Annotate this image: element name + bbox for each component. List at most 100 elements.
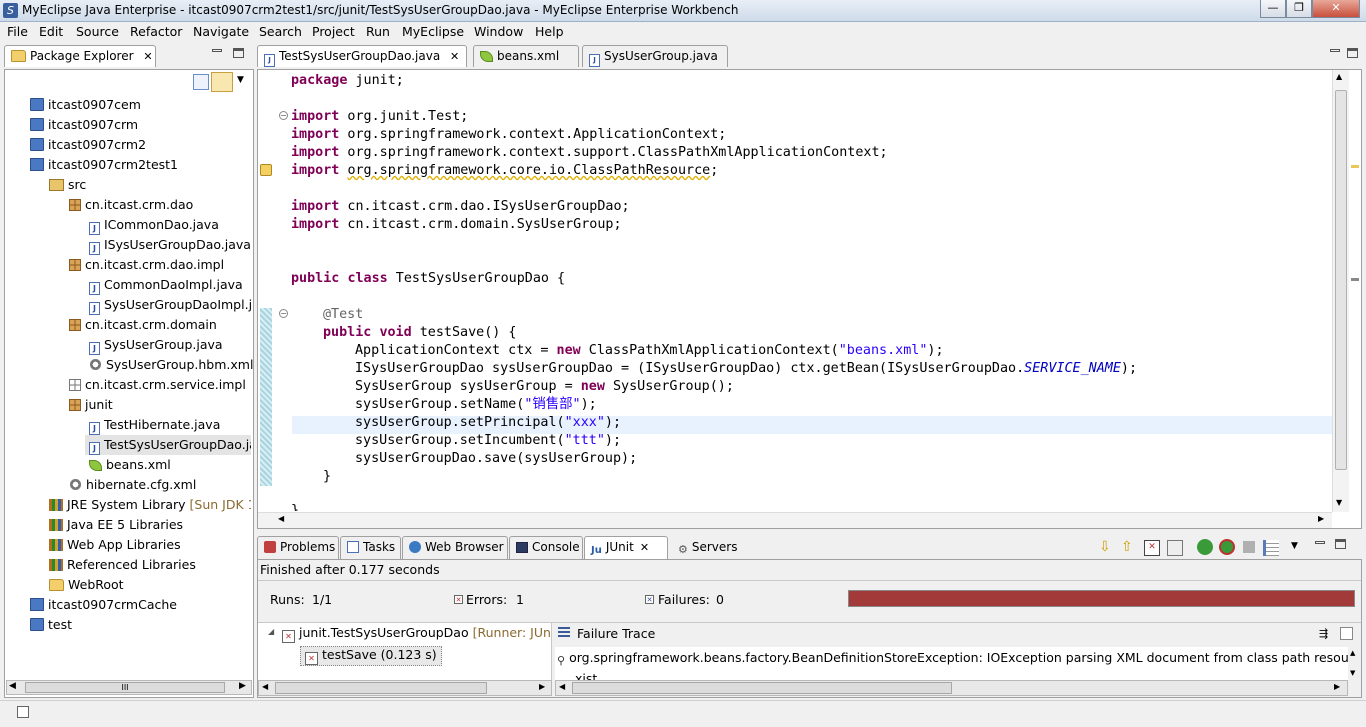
tree-item[interactable]: junit: [69, 395, 113, 415]
tab-tasks[interactable]: Tasks: [340, 536, 401, 559]
explorer-horizontal-scrollbar[interactable]: ◀ III ▶: [6, 680, 252, 695]
tab-beans-xml[interactable]: beans.xml: [473, 45, 579, 67]
tree-item[interactable]: itcast0907crm2: [30, 135, 146, 155]
menu-run[interactable]: Run: [366, 24, 390, 39]
test-run-history-icon[interactable]: [1263, 540, 1279, 556]
tree-item[interactable]: src: [49, 175, 86, 195]
menu-window[interactable]: Window: [474, 24, 523, 39]
tree-item[interactable]: itcast0907crm: [30, 115, 138, 135]
scroll-right-arrow-icon[interactable]: ▶: [1334, 682, 1340, 691]
test-suite-row[interactable]: ✕ junit.TestSysUserGroupDao [Runner: JUni…: [282, 625, 550, 643]
tab-package-explorer[interactable]: Package Explorer ✕: [4, 45, 156, 67]
tab-servers[interactable]: ⚙ Servers: [671, 536, 745, 559]
maximize-button[interactable]: ❐: [1286, 0, 1312, 18]
scroll-thumb[interactable]: [275, 682, 487, 694]
trace-line[interactable]: ⚲ org.springframework.beans.factory.BeanD…: [557, 650, 1348, 667]
scroll-thumb[interactable]: III: [25, 682, 225, 693]
view-menu-icon[interactable]: ▼: [1291, 541, 1298, 551]
close-icon[interactable]: ✕: [450, 50, 459, 63]
minimize-button[interactable]: —: [1260, 0, 1286, 18]
tree-item[interactable]: J ISysUserGroupDao.java: [89, 235, 251, 255]
failure-trace-content[interactable]: ⚲ org.springframework.beans.factory.BeanD…: [555, 647, 1348, 680]
tree-item[interactable]: WebRoot: [49, 575, 124, 595]
close-button[interactable]: ✕: [1312, 0, 1360, 18]
trace-line[interactable]: xist: [575, 671, 597, 680]
expand-arrow-icon[interactable]: ◢: [268, 627, 274, 636]
tree-item[interactable]: itcast0907cem: [30, 95, 141, 115]
tree-item[interactable]: Web App Libraries: [49, 535, 181, 555]
fast-view-icon[interactable]: [17, 706, 29, 718]
scroll-left-arrow-icon[interactable]: ◀: [278, 514, 284, 523]
overview-marker[interactable]: [1351, 278, 1359, 281]
menu-refactor[interactable]: Refactor: [130, 24, 182, 39]
fold-collapse-icon[interactable]: −: [279, 309, 288, 318]
tree-item[interactable]: cn.itcast.crm.dao: [69, 195, 193, 215]
fold-collapse-icon[interactable]: −: [279, 111, 288, 120]
scroll-right-arrow-icon[interactable]: ▶: [1318, 514, 1324, 523]
menu-source[interactable]: Source: [76, 24, 119, 39]
scroll-thumb[interactable]: [1335, 90, 1347, 470]
link-with-editor-icon[interactable]: [211, 72, 233, 92]
editor-horizontal-scrollbar[interactable]: ◀ ▶: [258, 512, 1332, 528]
maximize-view-icon[interactable]: [1347, 48, 1358, 58]
tab-junit[interactable]: Ju JUnit ✕: [584, 536, 668, 559]
tree-item[interactable]: test: [30, 615, 72, 635]
menu-project[interactable]: Project: [312, 24, 355, 39]
scroll-lock-icon[interactable]: [1167, 540, 1183, 556]
collapse-all-icon[interactable]: [193, 74, 209, 90]
minimize-view-icon[interactable]: [1315, 541, 1325, 544]
close-icon[interactable]: ✕: [143, 50, 152, 63]
scroll-down-arrow-icon[interactable]: ▼: [1350, 669, 1355, 677]
menu-myeclipse[interactable]: MyEclipse: [402, 24, 464, 39]
tree-item[interactable]: beans.xml: [89, 455, 171, 475]
tree-item[interactable]: itcast0907crmCache: [30, 595, 177, 615]
rerun-test-icon[interactable]: [1197, 539, 1213, 555]
previous-failure-icon[interactable]: ⇧: [1121, 539, 1137, 555]
menu-search[interactable]: Search: [259, 24, 302, 39]
tree-item[interactable]: Java EE 5 Libraries: [49, 515, 183, 535]
scroll-left-arrow-icon[interactable]: ◀: [9, 681, 16, 691]
tree-item[interactable]: SysUserGroup.hbm.xml: [89, 355, 253, 375]
scroll-left-arrow-icon[interactable]: ◀: [559, 682, 565, 691]
next-failure-icon[interactable]: ⇩: [1099, 539, 1115, 555]
tab-console[interactable]: Console: [509, 536, 583, 559]
test-case-row[interactable]: ✕ testSave (0.123 s): [300, 646, 442, 666]
view-menu-icon[interactable]: ▼: [237, 75, 244, 85]
tree-item[interactable]: itcast0907crm2test1: [30, 155, 178, 175]
scroll-right-arrow-icon[interactable]: ▶: [539, 682, 545, 691]
close-icon[interactable]: ✕: [640, 541, 649, 554]
tree-item[interactable]: cn.itcast.crm.service.impl: [69, 375, 246, 395]
tree-item[interactable]: JRE System Library [Sun JDK 1.6: [49, 495, 251, 515]
tree-item[interactable]: J SysUserGroupDaoImpl.ja: [89, 295, 251, 315]
scroll-up-arrow-icon[interactable]: ▲: [1336, 72, 1342, 81]
tree-item[interactable]: hibernate.cfg.xml: [69, 475, 196, 495]
maximize-view-icon[interactable]: [1335, 539, 1346, 549]
tree-item[interactable]: cn.itcast.crm.dao.impl: [69, 255, 224, 275]
menu-file[interactable]: File: [7, 24, 28, 39]
scroll-up-arrow-icon[interactable]: ▲: [1350, 649, 1355, 657]
scroll-thumb[interactable]: [572, 682, 952, 694]
stop-icon[interactable]: [1243, 541, 1255, 553]
test-tree-horizontal-scrollbar[interactable]: ◀ ▶: [258, 680, 552, 696]
rerun-failed-first-icon[interactable]: [1219, 539, 1235, 555]
tree-item[interactable]: J TestHibernate.java: [89, 415, 220, 435]
trace-horizontal-scrollbar[interactable]: ◀ ▶: [555, 680, 1348, 696]
minimize-view-icon[interactable]: [1330, 49, 1340, 52]
filter-stack-trace-icon[interactable]: ⇶: [1319, 627, 1333, 641]
compare-result-icon[interactable]: [1340, 627, 1353, 640]
tree-item-selected[interactable]: J TestSysUserGroupDao.ja: [85, 435, 251, 455]
tab-testsysusergroupdao[interactable]: J TestSysUserGroupDao.java ✕: [257, 45, 467, 67]
tree-item[interactable]: J ICommonDao.java: [89, 215, 219, 235]
scroll-left-arrow-icon[interactable]: ◀: [262, 682, 268, 691]
menu-navigate[interactable]: Navigate: [193, 24, 249, 39]
tree-item[interactable]: Referenced Libraries: [49, 555, 196, 575]
show-failures-only-icon[interactable]: ✕: [1144, 540, 1160, 556]
minimize-view-icon[interactable]: [212, 49, 222, 52]
tree-item[interactable]: cn.itcast.crm.domain: [69, 315, 217, 335]
scroll-right-arrow-icon[interactable]: ▶: [239, 681, 246, 691]
editor-vertical-scrollbar[interactable]: ▲ ▼: [1332, 70, 1349, 512]
tree-item[interactable]: J CommonDaoImpl.java: [89, 275, 243, 295]
menu-edit[interactable]: Edit: [39, 24, 63, 39]
tab-problems[interactable]: Problems: [257, 536, 339, 559]
tree-item[interactable]: J SysUserGroup.java: [89, 335, 223, 355]
